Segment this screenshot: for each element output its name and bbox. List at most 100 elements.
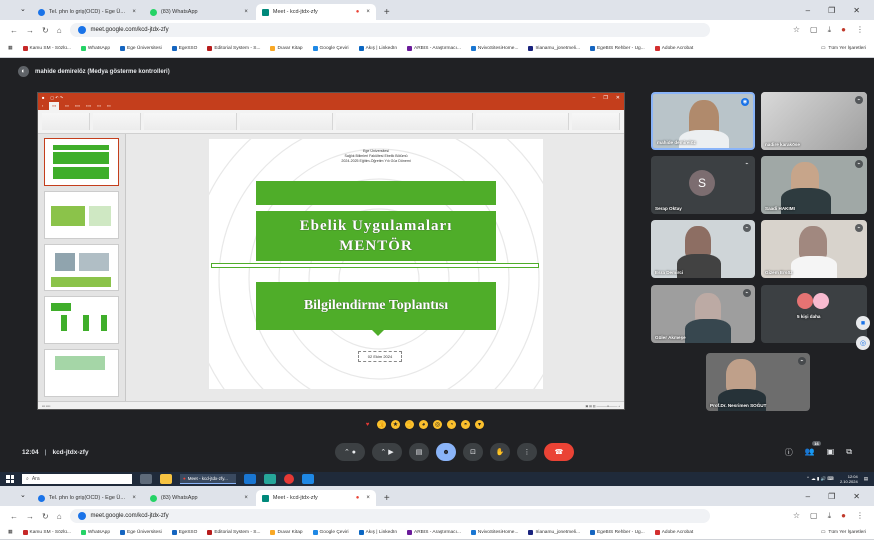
chrome-taskbar-icon[interactable] [284,474,294,484]
back-icon[interactable]: ← [10,26,18,35]
bookmark-item[interactable]: Editorial System - S... [207,46,260,51]
participant-tile[interactable]: ⌁ Gizem Ersöz [761,220,867,278]
bookmark-item[interactable]: EgeSSO [171,46,197,51]
site-info-icon[interactable] [77,512,86,520]
home-icon[interactable]: ⌂ [57,512,62,521]
extensions-icon[interactable]: ▢ [810,25,818,35]
taskbar-search[interactable]: ⌕ Ara [22,474,132,484]
captions-button[interactable]: ▤ [409,443,429,461]
participant-tile[interactable]: ⌁ nadire karaköse [761,92,867,150]
laugh-reaction-icon[interactable]: ◕ [419,420,428,429]
chat-icon[interactable]: ▣ [827,447,835,458]
menu-icon[interactable]: ⋮ [856,25,864,35]
present-button[interactable]: ⊡ [463,443,483,461]
bookmark-item[interactable]: EgeSSO [171,530,197,535]
taskbar-clock[interactable]: 12:04 2.10.2024 [840,474,858,484]
close-window-icon[interactable]: ✕ [853,492,860,501]
browser-tab-2[interactable]: (83) WhatsApp × [144,490,254,506]
browser-tab-1[interactable]: Tel. phn lo griş(OCD) - Ege Ü... × [32,4,142,20]
sad-reaction-icon[interactable]: ◔ [447,420,456,429]
all-bookmarks-folder[interactable]: ▭ Tüm Yer İşaretleri [821,46,866,51]
bookmark-item[interactable]: Kamu SM - Sözlü... [22,530,71,535]
download-icon[interactable]: ⤓ [828,25,832,35]
bookmark-item[interactable]: Ege Üniversitesi [120,46,162,51]
bookmark-item[interactable]: ARBIS - Araştırmacı... [407,530,461,535]
maximize-icon[interactable]: ❐ [828,492,835,501]
bookmark-item[interactable]: Google Çeviri [312,530,349,535]
tray-icons[interactable]: ⌃ ☁ ▮ 🔊 ⌨ [806,476,834,482]
apps-icon[interactable]: ▦ [8,530,13,535]
extensions-icon[interactable]: ▢ [810,511,818,521]
close-tab-icon[interactable]: × [366,9,370,15]
taskbar-meet-window[interactable]: ● Meet - kcd-jtdx-zfy... [180,474,236,484]
store-icon[interactable] [264,474,276,484]
bookmark-item[interactable]: WhatsApp [80,530,110,535]
camera-button[interactable]: ⌃ ▶ [372,443,402,461]
bookmark-item[interactable]: Google Çeviri [312,46,349,51]
participant-tile[interactable]: ◉ mahide demirelöz [651,92,755,150]
expand-icon[interactable]: ◎ [856,336,870,350]
bookmark-item[interactable]: Irianamu_jonetmeli... [528,46,580,51]
participant-tile[interactable]: ⌁ Prof.Dr. Nesrimen SOĞUT [706,353,810,411]
tab-search-icon[interactable]: ⌄ [16,491,30,502]
end-call-button[interactable]: ☎ [544,443,574,461]
pin-icon[interactable]: ■ [856,316,870,330]
download-icon[interactable]: ⤓ [828,511,832,521]
close-tab-icon[interactable]: × [132,495,136,501]
bookmark-item[interactable]: Adobe Acrobat [654,530,693,535]
address-bar[interactable]: meet.google.com/kcd-jtdx-zfy [69,509,710,523]
mail-icon[interactable] [244,474,256,484]
windows-start-icon[interactable] [6,475,14,483]
heart-reaction-icon[interactable]: ♥ [363,420,372,429]
reload-icon[interactable]: ↻ [42,512,49,521]
close-tab-icon[interactable]: × [244,9,248,15]
clap-reaction-icon[interactable]: ✋ [405,420,414,429]
party-reaction-icon[interactable]: ★ [391,420,400,429]
profile-avatar[interactable]: ● [841,25,846,35]
home-icon[interactable]: ⌂ [57,26,62,35]
browser-tab-3[interactable]: Meet - kcd-jtdx-zfy ● × [255,490,376,506]
close-tab-icon[interactable]: × [366,495,370,501]
new-tab-button[interactable]: + [378,493,396,506]
new-tab-button[interactable]: + [378,7,396,20]
tab-search-icon[interactable]: ⌄ [16,5,30,16]
bookmark-item[interactable]: Irianamu_jonetmeli... [528,530,580,535]
bookmark-item[interactable]: EgeBIS Rehber - Ug... [589,46,645,51]
bookmark-item[interactable]: Adobe Acrobat [654,46,693,51]
participant-tile[interactable]: S ⌁ Serap Oktay [651,156,755,214]
participant-tile[interactable]: ⌁ Esra Demirci [651,220,755,278]
bookmark-item[interactable]: Ege Üniversitesi [120,530,162,535]
bookmark-item[interactable]: NvivoSitesiHome... [470,46,518,51]
thumbs-down-reaction-icon[interactable]: ▾ [475,420,484,429]
close-tab-icon[interactable]: × [244,495,248,501]
apps-icon[interactable]: ▦ [8,46,13,51]
surprised-reaction-icon[interactable]: ◎ [433,420,442,429]
address-bar[interactable]: meet.google.com/kcd-jtdx-zfy [69,23,710,37]
raise-hand-button[interactable]: ✋ [490,443,510,461]
menu-icon[interactable]: ⋮ [856,511,864,521]
minimize-icon[interactable]: – [806,492,810,501]
more-options-button[interactable]: ⋮ [517,443,537,461]
profile-avatar[interactable]: ● [841,511,846,521]
thinking-reaction-icon[interactable]: ◓ [461,420,470,429]
reload-icon[interactable]: ↻ [42,26,49,35]
people-button[interactable]: 👥 16 [805,440,821,458]
close-window-icon[interactable]: ✕ [853,6,860,15]
presenter-banner[interactable]: ◐ mahide demirelöz (Medya gösterme kontr… [18,66,170,77]
bookmark-item[interactable]: Editorial System - S... [207,530,260,535]
close-tab-icon[interactable]: × [132,9,136,15]
microphone-button[interactable]: ⌃ ● [335,443,365,461]
participant-tile-more[interactable]: 5 kişi daha [761,285,867,343]
bookmark-item[interactable]: WhatsApp [80,46,110,51]
bookmark-item[interactable]: EgeBIS Rehber - Ug... [589,530,645,535]
taskview-icon[interactable] [140,474,152,484]
info-icon[interactable]: ⓘ [785,447,793,458]
forward-icon[interactable]: → [26,512,34,521]
word-icon[interactable] [302,474,314,484]
bookmark-item[interactable]: Duvar Kitap [270,46,303,51]
bookmark-item[interactable]: NvivoSitesiHome... [470,530,518,535]
participant-tile[interactable]: ⌁ Saadi HAKIMI [761,156,867,214]
bookmark-item[interactable]: Kamu SM - Sözlü... [22,46,71,51]
back-icon[interactable]: ← [10,512,18,521]
browser-tab-1[interactable]: Tel. phn lo griş(OCD) - Ege Ü... × [32,490,142,506]
